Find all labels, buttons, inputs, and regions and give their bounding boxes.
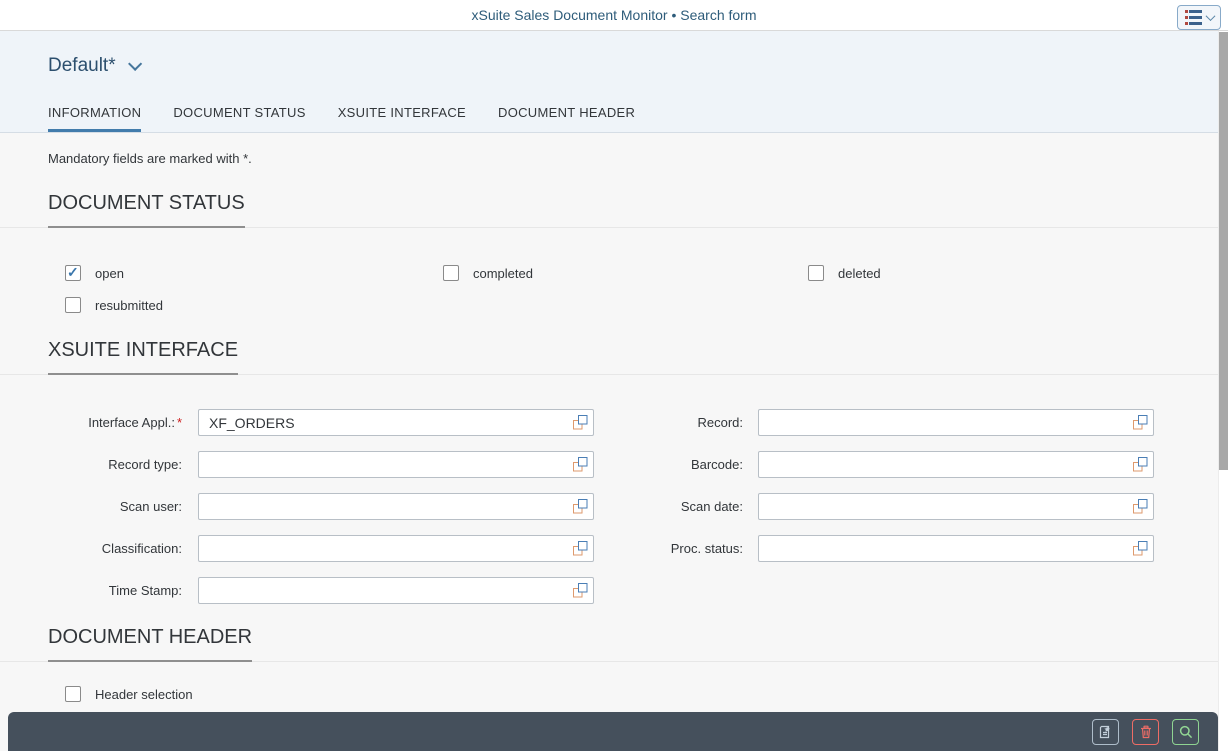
section-document-header-head: DOCUMENT HEADER [0, 626, 1228, 662]
checkbox-completed-label: completed [473, 266, 533, 281]
field-scan-user: Scan user: [48, 493, 614, 520]
section-xsuite-interface-head: XSUITE INTERFACE [0, 339, 1228, 375]
checkbox-resubmitted[interactable]: resubmitted [65, 297, 443, 313]
scrollbar-thumb[interactable] [1219, 32, 1228, 470]
page-title: xSuite Sales Document Monitor • Search f… [471, 7, 756, 23]
field-classification: Classification: [48, 535, 614, 562]
checkbox-resubmitted-label: resubmitted [95, 298, 163, 313]
scan-date-input[interactable] [758, 493, 1154, 520]
document-status-checkbox-group: open completed deleted resubmitted [0, 265, 1228, 313]
proc-status-input[interactable] [758, 535, 1154, 562]
delete-button[interactable] [1132, 719, 1159, 745]
search-button[interactable] [1172, 719, 1199, 745]
checkbox-open-box[interactable] [65, 265, 81, 281]
checkbox-header-selection-box[interactable] [65, 686, 81, 702]
save-template-button[interactable] [1092, 719, 1119, 745]
variant-name: Default* [48, 55, 116, 77]
document-header-checkbox-group: Header selection [0, 686, 1228, 702]
record-label: Record: [614, 415, 743, 430]
tab-document-status[interactable]: DOCUMENT STATUS [173, 99, 305, 132]
checkbox-open[interactable]: open [65, 265, 443, 281]
field-record: Record: [614, 409, 1154, 436]
scan-date-label: Scan date: [614, 499, 743, 514]
record-type-label: Record type: [48, 457, 182, 472]
checkbox-completed-box[interactable] [443, 265, 459, 281]
value-help-icon[interactable] [1132, 498, 1149, 515]
field-proc-status: Proc. status: [614, 535, 1154, 562]
value-help-icon[interactable] [1132, 414, 1149, 431]
tab-document-header[interactable]: DOCUMENT HEADER [498, 99, 635, 132]
record-type-input[interactable] [198, 451, 594, 478]
record-input[interactable] [758, 409, 1154, 436]
vertical-scrollbar[interactable] [1218, 31, 1228, 751]
trash-icon [1138, 724, 1154, 740]
section-title-document-status: DOCUMENT STATUS [48, 192, 245, 228]
section-document-status-head: DOCUMENT STATUS [0, 192, 1228, 228]
field-time-stamp: Time Stamp: [48, 577, 614, 604]
tab-strip: INFORMATION DOCUMENT STATUS XSUITE INTER… [0, 99, 1228, 132]
checkbox-header-selection[interactable]: Header selection [65, 686, 1228, 702]
tab-xsuite-interface[interactable]: XSUITE INTERFACE [338, 99, 466, 132]
filter-bar: Default* INFORMATION DOCUMENT STATUS XSU… [0, 31, 1228, 133]
scan-user-label: Scan user: [48, 499, 182, 514]
document-star-icon [1098, 724, 1114, 740]
value-help-icon[interactable] [572, 414, 589, 431]
mandatory-fields-note: Mandatory fields are marked with *. [48, 151, 1228, 166]
section-title-xsuite-interface: XSUITE INTERFACE [48, 339, 238, 375]
value-help-icon[interactable] [572, 582, 589, 599]
value-help-icon[interactable] [572, 498, 589, 515]
field-scan-date: Scan date: [614, 493, 1154, 520]
hamburger-menu-icon [1185, 10, 1202, 25]
field-interface-appl: Interface Appl.:* [48, 409, 614, 436]
footer-toolbar [8, 712, 1218, 751]
barcode-label: Barcode: [614, 457, 743, 472]
field-empty-spacer [614, 577, 1154, 604]
classification-input[interactable] [198, 535, 594, 562]
chevron-down-icon [1205, 11, 1215, 21]
checkbox-resubmitted-box[interactable] [65, 297, 81, 313]
required-asterisk: * [177, 415, 182, 430]
header-menu-button[interactable] [1177, 5, 1221, 30]
checkbox-deleted-label: deleted [838, 266, 881, 281]
value-help-icon[interactable] [572, 540, 589, 557]
top-bar: xSuite Sales Document Monitor • Search f… [0, 0, 1228, 31]
checkbox-completed[interactable]: completed [443, 265, 808, 281]
classification-label: Classification: [48, 541, 182, 556]
interface-appl-input[interactable] [198, 409, 594, 436]
xsuite-interface-form: Interface Appl.:* Record: Record type: B… [0, 409, 1228, 604]
variant-selector[interactable]: Default* [0, 31, 1228, 77]
checkbox-open-label: open [95, 266, 124, 281]
value-help-icon[interactable] [1132, 456, 1149, 473]
interface-appl-label: Interface Appl.:* [48, 415, 182, 430]
barcode-input[interactable] [758, 451, 1154, 478]
value-help-icon[interactable] [572, 456, 589, 473]
section-title-document-header: DOCUMENT HEADER [48, 626, 252, 662]
scan-user-input[interactable] [198, 493, 594, 520]
field-record-type: Record type: [48, 451, 614, 478]
value-help-icon[interactable] [1132, 540, 1149, 557]
tab-information[interactable]: INFORMATION [48, 99, 141, 132]
proc-status-label: Proc. status: [614, 541, 743, 556]
search-icon [1178, 724, 1194, 740]
time-stamp-label: Time Stamp: [48, 583, 182, 598]
field-barcode: Barcode: [614, 451, 1154, 478]
checkbox-header-selection-label: Header selection [95, 687, 193, 702]
search-form-content: Mandatory fields are marked with *. DOCU… [0, 133, 1228, 702]
checkbox-deleted[interactable]: deleted [808, 265, 1228, 281]
time-stamp-input[interactable] [198, 577, 594, 604]
chevron-down-icon [128, 57, 142, 71]
checkbox-deleted-box[interactable] [808, 265, 824, 281]
